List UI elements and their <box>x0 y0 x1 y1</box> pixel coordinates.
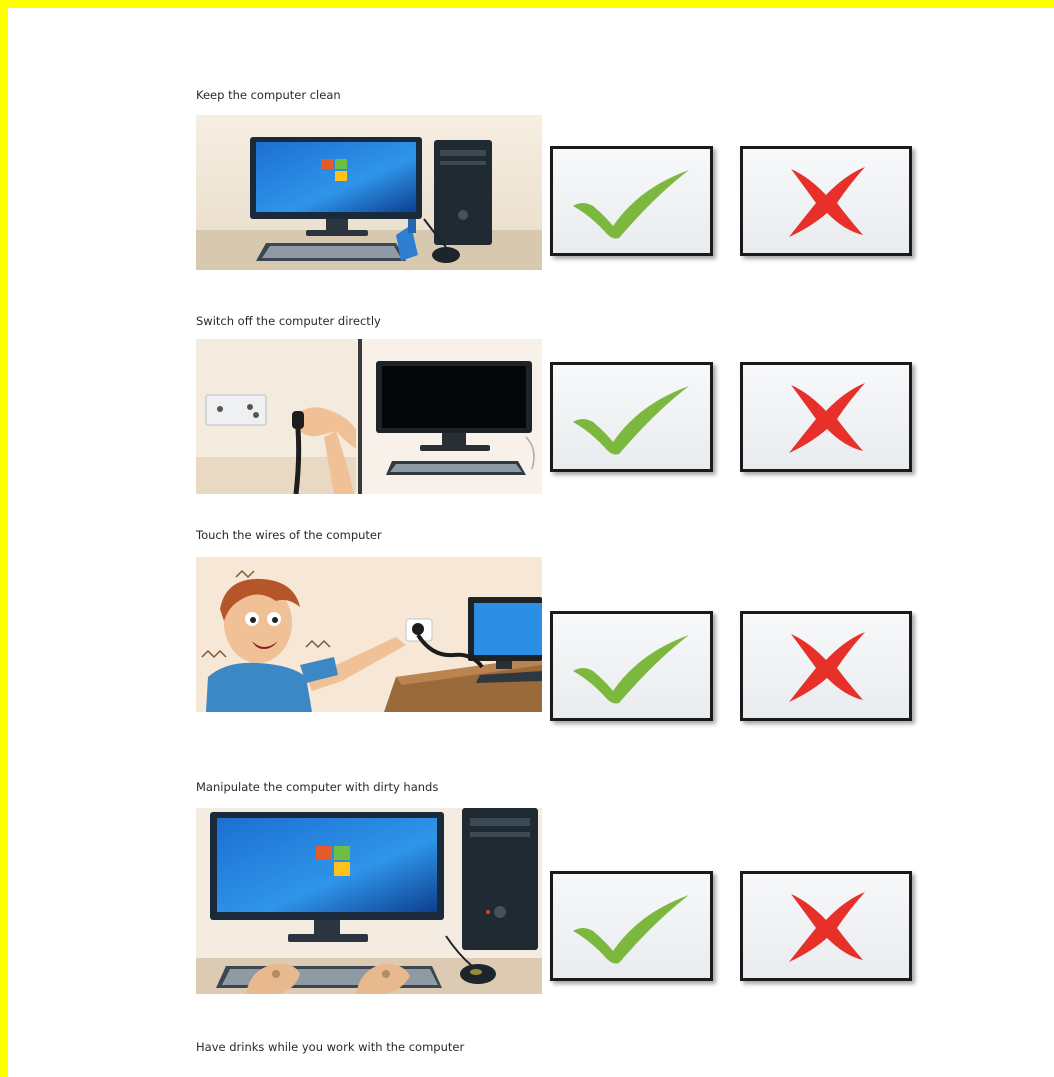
check-icon <box>572 635 689 704</box>
check-icon <box>572 170 689 239</box>
correct-choice-box[interactable] <box>550 362 713 472</box>
item-caption: Manipulate the computer with dirty hands <box>196 780 439 794</box>
check-icon <box>572 386 689 455</box>
incorrect-choice-box[interactable] <box>740 611 912 721</box>
dirty-hands-keyboard-illustration <box>196 808 542 994</box>
check-icon <box>572 895 689 964</box>
incorrect-choice-box[interactable] <box>740 362 912 472</box>
correct-choice-box[interactable] <box>550 611 713 721</box>
correct-choice-box[interactable] <box>550 871 713 981</box>
cross-icon <box>789 383 865 453</box>
cross-icon <box>789 892 865 962</box>
cross-icon <box>789 167 865 237</box>
item-caption: Have drinks while you work with the comp… <box>196 1040 465 1054</box>
item-caption: Keep the computer clean <box>196 88 341 102</box>
computer-cleaning-illustration <box>196 115 542 270</box>
cross-icon <box>789 632 865 702</box>
boy-electric-shock-illustration <box>196 557 542 712</box>
incorrect-choice-box[interactable] <box>740 871 912 981</box>
item-caption: Switch off the computer directly <box>196 314 381 328</box>
unplugging-computer-illustration <box>196 339 542 494</box>
item-caption: Touch the wires of the computer <box>196 528 382 542</box>
worksheet-page: Keep the computer clean Switch off the c… <box>8 8 1054 1077</box>
correct-choice-box[interactable] <box>550 146 713 256</box>
incorrect-choice-box[interactable] <box>740 146 912 256</box>
